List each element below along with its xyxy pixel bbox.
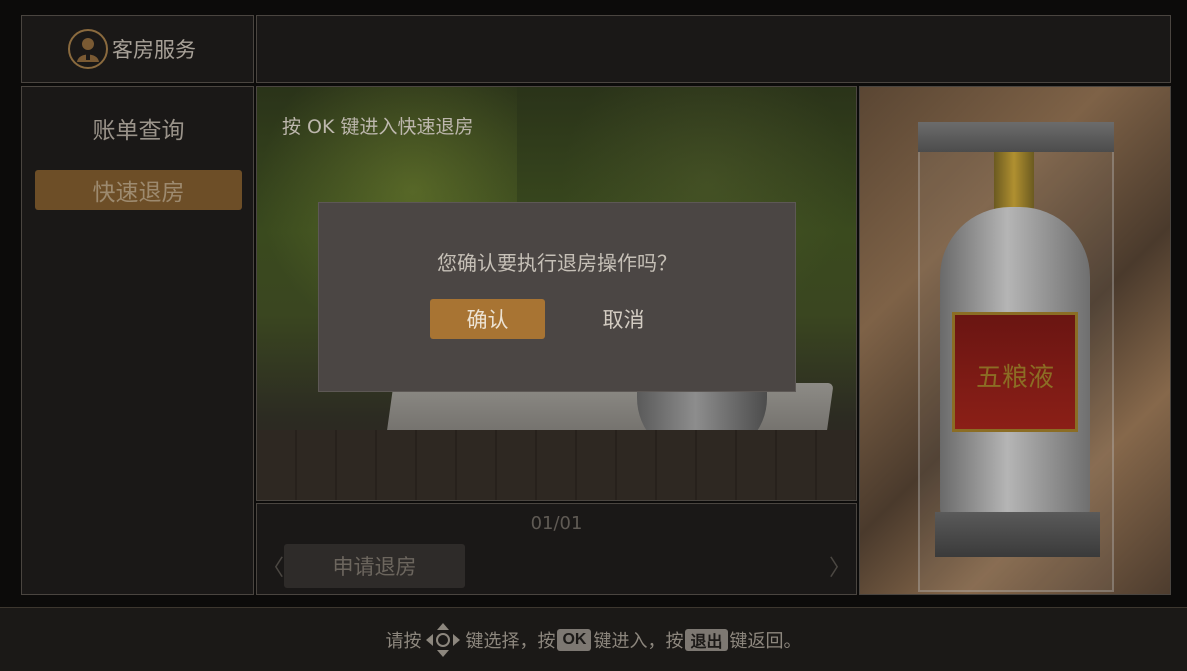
- header-brand: 客房服务: [21, 15, 254, 83]
- sidebar-item-bill-query[interactable]: 账单查询: [35, 108, 242, 148]
- concierge-icon: [68, 29, 108, 69]
- table-illustration: [257, 430, 856, 500]
- prev-page-arrow[interactable]: 〈: [262, 550, 284, 582]
- confirm-button[interactable]: 确认: [430, 299, 545, 339]
- ok-key-badge: OK: [557, 628, 592, 651]
- instruction-text: 键选择，按: [465, 630, 556, 652]
- page-title: 客房服务: [112, 38, 196, 62]
- exit-key-badge: 退出: [685, 628, 728, 651]
- next-page-arrow[interactable]: 〉: [829, 550, 851, 582]
- action-strip: 01/01 〈 申请退房 〉: [256, 503, 857, 595]
- dpad-icon: [426, 622, 461, 657]
- page-counter: 01/01: [530, 513, 583, 534]
- hint-text: 按 OK 键进入快速退房: [282, 116, 474, 138]
- instruction-bar: 请按 键选择，按 OK 键进入，按 退出 键返回。: [0, 607, 1187, 671]
- instruction-text: 键进入，按: [593, 630, 684, 652]
- apply-checkout-button[interactable]: 申请退房: [284, 544, 465, 588]
- dialog-message: 您确认要执行退房操作吗？: [437, 251, 677, 275]
- display-case-top: [918, 122, 1114, 152]
- top-bar: [256, 15, 1171, 83]
- confirm-checkout-dialog: 您确认要执行退房操作吗？ 确认 取消: [318, 202, 796, 392]
- advertisement-panel: 五粮液: [859, 86, 1171, 595]
- instruction-text: 请按: [385, 630, 422, 652]
- bottle-label-text: 五粮液: [975, 363, 1054, 393]
- instruction-text: 键返回。: [729, 630, 802, 652]
- cancel-button[interactable]: 取消: [566, 299, 681, 339]
- display-base: [935, 512, 1100, 557]
- sidebar: 账单查询 快速退房: [21, 86, 254, 595]
- sidebar-item-quick-checkout[interactable]: 快速退房: [35, 170, 242, 210]
